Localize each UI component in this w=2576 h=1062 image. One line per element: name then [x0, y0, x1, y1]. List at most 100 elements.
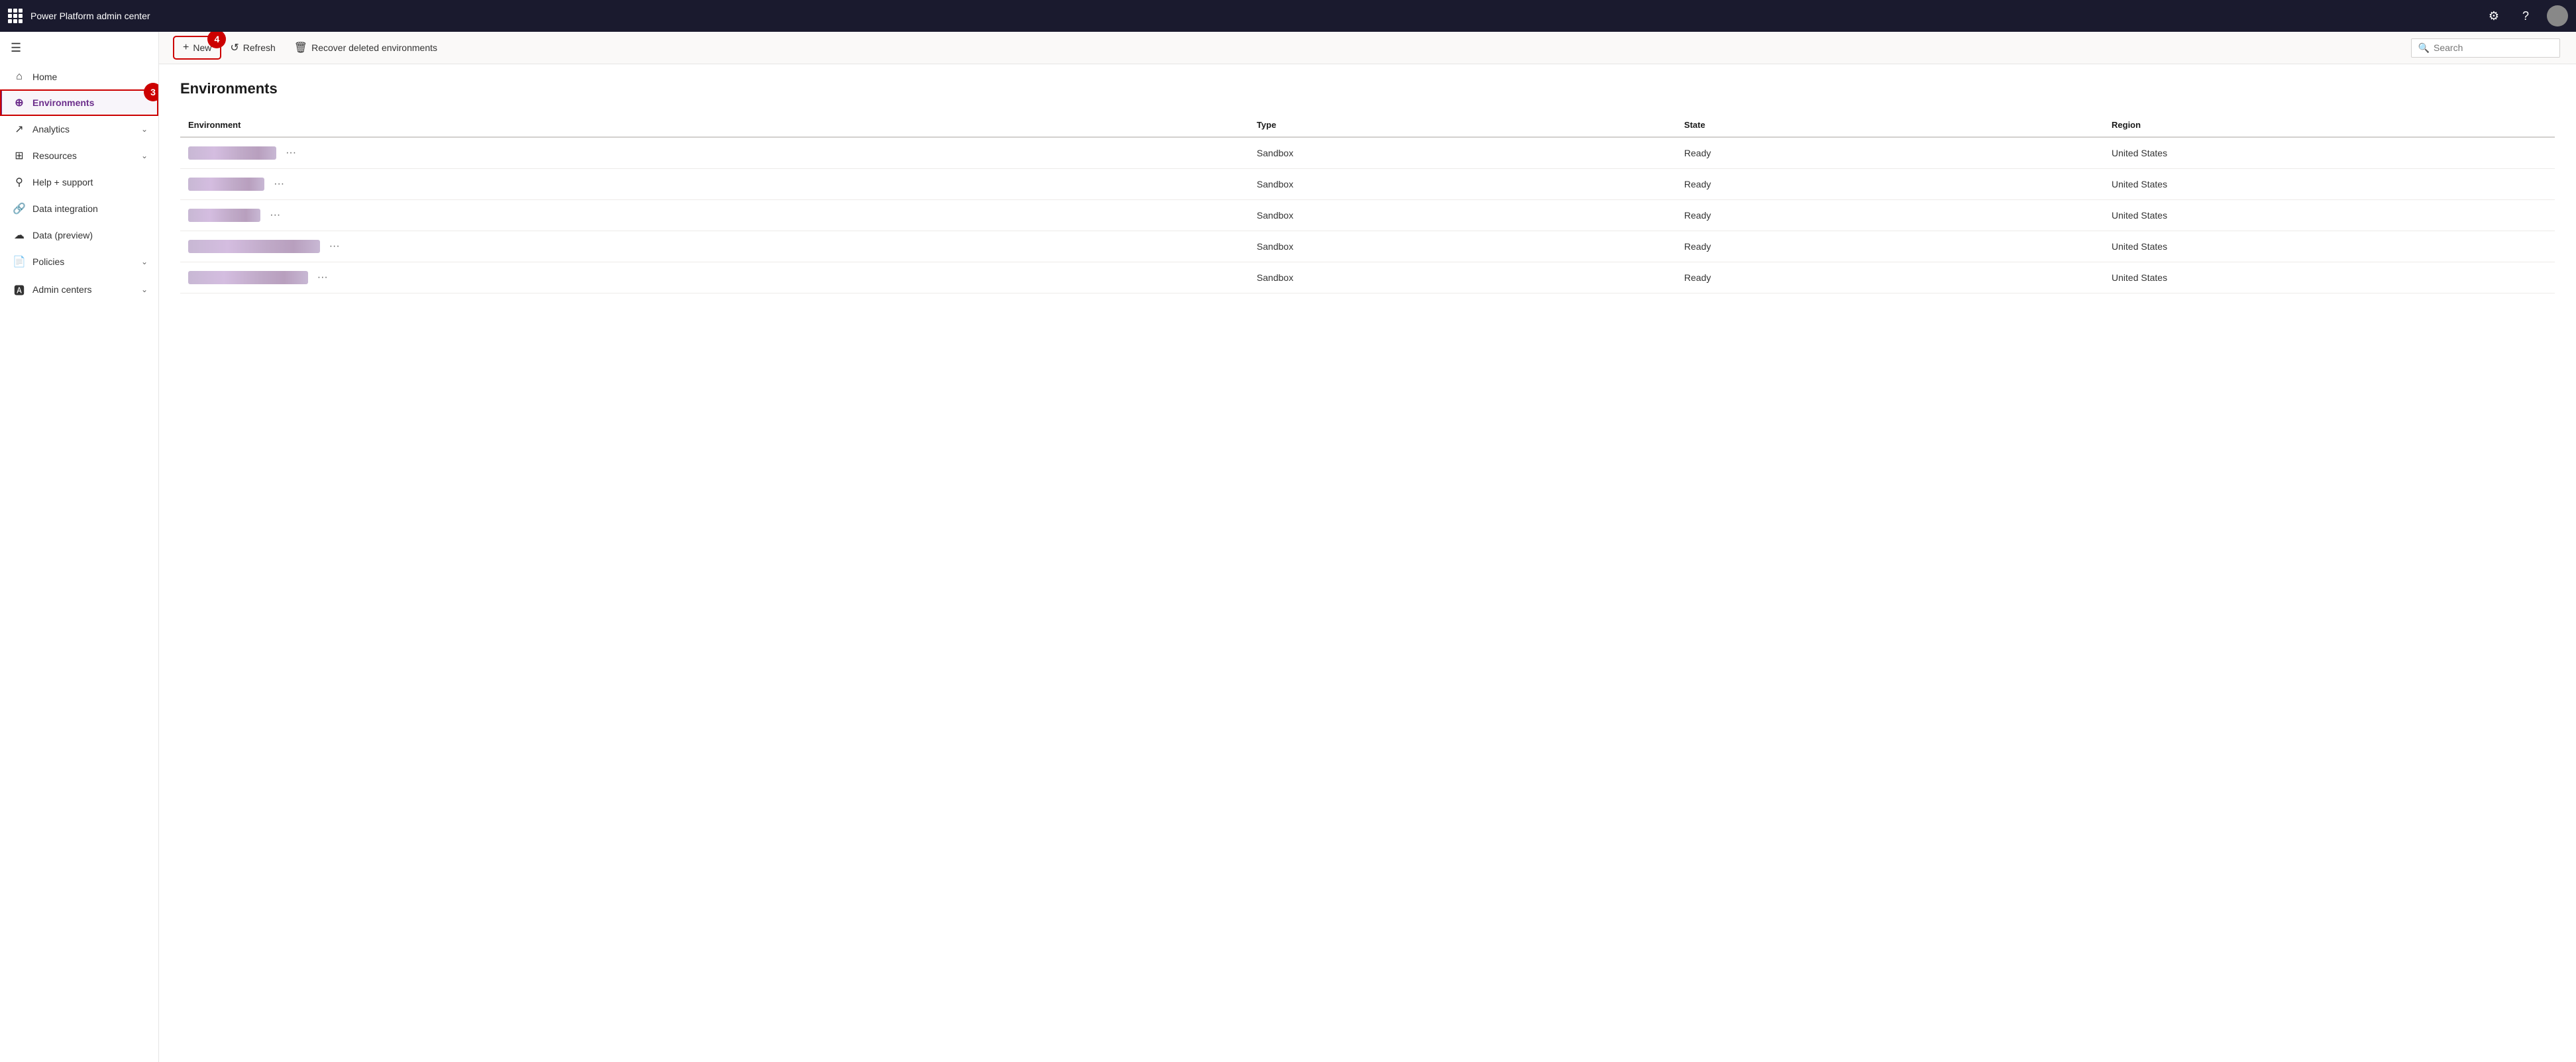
table-row: ████████████████ ··· SandboxReadyUnited St…	[180, 231, 2555, 262]
sidebar-menu-button[interactable]: ☰	[0, 32, 158, 64]
env-state: Ready	[1676, 231, 2104, 262]
page-content: Environments Environment Type State Regi…	[159, 64, 2576, 1062]
sidebar: ☰ ⌂ Home ⊕ Environments 3 ↗ Analytics ⌄ …	[0, 32, 159, 1062]
env-region: United States	[2104, 262, 2555, 293]
waffle-icon[interactable]	[8, 9, 23, 23]
env-region: United States	[2104, 169, 2555, 200]
env-state: Ready	[1676, 137, 2104, 169]
sidebar-item-label: Resources	[32, 150, 77, 161]
row-context-menu[interactable]: ···	[282, 146, 300, 160]
sidebar-item-label: Policies	[32, 256, 64, 267]
col-header-type: Type	[1249, 113, 1676, 137]
env-name-cell: ████ ████ ···	[188, 208, 1241, 223]
resources-icon: ⊞	[13, 149, 26, 162]
search-input[interactable]	[2434, 42, 2553, 53]
recover-button-label: Recover deleted environments	[311, 42, 437, 53]
new-button-label: New	[193, 42, 211, 53]
topbar-left: Power Platform admin center	[8, 9, 150, 23]
refresh-icon: ↺	[230, 41, 239, 54]
chevron-down-icon: ⌄	[141, 285, 148, 294]
chevron-down-icon: ⌄	[141, 151, 148, 160]
policies-icon: 📄	[13, 255, 26, 268]
hamburger-icon: ☰	[11, 41, 21, 55]
env-region: United States	[2104, 231, 2555, 262]
env-type: Sandbox	[1249, 200, 1676, 231]
help-support-icon: ⚲	[13, 176, 26, 189]
sidebar-item-label: Admin centers	[32, 284, 91, 295]
row-context-menu[interactable]: ···	[270, 177, 288, 191]
chevron-down-icon: ⌄	[141, 257, 148, 266]
admin-centers-icon: 🅰	[13, 282, 26, 297]
sidebar-item-environments[interactable]: ⊕ Environments	[0, 89, 158, 116]
sidebar-item-admin-centers[interactable]: 🅰 Admin centers ⌄	[0, 275, 158, 304]
environments-table: Environment Type State Region ██████ ███…	[180, 113, 2555, 293]
environments-icon: ⊕	[13, 96, 26, 109]
env-name-blurred: ████ ██████████	[188, 271, 308, 284]
env-type: Sandbox	[1249, 262, 1676, 293]
recover-button[interactable]: 🗑 Recover deleted environments	[286, 37, 445, 58]
env-name-cell: ████ ██ ██···	[188, 177, 1241, 191]
row-context-menu[interactable]: ···	[325, 239, 344, 254]
env-region: United States	[2104, 200, 2555, 231]
env-name-cell: ████████████████ ···	[188, 239, 1241, 254]
env-name-cell: ██████ ████···	[188, 146, 1241, 160]
toolbar: + New 4 ↺ Refresh 🗑 Recover deleted envi…	[159, 32, 2576, 64]
refresh-button-label: Refresh	[243, 42, 276, 53]
topbar-title: Power Platform admin center	[30, 11, 150, 21]
data-integration-icon: 🔗	[13, 202, 26, 215]
table-row: ████ ████ ··· SandboxReadyUnited States	[180, 200, 2555, 231]
sidebar-item-label: Home	[32, 72, 57, 82]
search-icon: 🔍	[2418, 42, 2430, 54]
sidebar-item-policies[interactable]: 📄 Policies ⌄	[0, 248, 158, 275]
avatar[interactable]	[2547, 5, 2568, 27]
row-context-menu[interactable]: ···	[266, 208, 284, 223]
env-name-cell: ████ ██████████ ···	[188, 270, 1241, 285]
content-area: + New 4 ↺ Refresh 🗑 Recover deleted envi…	[159, 32, 2576, 1062]
plus-icon: +	[183, 42, 189, 54]
topbar-right: ⚙ ?	[2483, 5, 2568, 27]
settings-icon[interactable]: ⚙	[2483, 5, 2504, 27]
topbar-logo: Power Platform admin center	[30, 11, 150, 21]
col-header-environment: Environment	[180, 113, 1249, 137]
sidebar-environments-wrapper: ⊕ Environments 3	[0, 89, 158, 116]
sidebar-item-analytics[interactable]: ↗ Analytics ⌄	[0, 116, 158, 142]
env-name-blurred: ████████████████	[188, 240, 320, 253]
env-state: Ready	[1676, 262, 2104, 293]
sidebar-item-data-preview[interactable]: ☁ Data (preview)	[0, 222, 158, 248]
sidebar-item-resources[interactable]: ⊞ Resources ⌄	[0, 142, 158, 169]
new-button[interactable]: + New	[175, 38, 219, 58]
refresh-button[interactable]: ↺ Refresh	[222, 37, 283, 58]
sidebar-item-home[interactable]: ⌂ Home	[0, 64, 158, 89]
sidebar-item-label: Environments	[32, 97, 94, 108]
page-title: Environments	[180, 80, 2555, 97]
env-name-blurred: ████ ████	[188, 209, 260, 222]
sidebar-item-label: Analytics	[32, 124, 70, 134]
table-row: ████ ██████████ ··· SandboxReadyUnited Sta…	[180, 262, 2555, 293]
sidebar-item-data-integration[interactable]: 🔗 Data integration	[0, 195, 158, 222]
table-header-row: Environment Type State Region	[180, 113, 2555, 137]
data-preview-icon: ☁	[13, 229, 26, 242]
help-icon[interactable]: ?	[2515, 5, 2536, 27]
env-region: United States	[2104, 137, 2555, 169]
env-type: Sandbox	[1249, 137, 1676, 169]
topbar: Power Platform admin center ⚙ ?	[0, 0, 2576, 32]
sidebar-item-help-support[interactable]: ⚲ Help + support	[0, 169, 158, 195]
toolbar-new-wrapper: + New 4	[175, 38, 219, 58]
sidebar-item-label: Data (preview)	[32, 230, 93, 240]
sidebar-item-label: Data integration	[32, 203, 98, 214]
table-row: ██████ ████··· SandboxReadyUnited States	[180, 137, 2555, 169]
col-header-state: State	[1676, 113, 2104, 137]
env-state: Ready	[1676, 200, 2104, 231]
chevron-down-icon: ⌄	[141, 125, 148, 134]
recover-icon: 🗑	[294, 41, 307, 54]
home-icon: ⌂	[13, 71, 26, 83]
table-row: ████ ██ ██···SandboxReadyUnited States	[180, 169, 2555, 200]
env-state: Ready	[1676, 169, 2104, 200]
row-context-menu[interactable]: ···	[313, 270, 332, 285]
search-box[interactable]: 🔍	[2411, 38, 2560, 58]
sidebar-item-label: Help + support	[32, 177, 93, 187]
analytics-icon: ↗	[13, 123, 26, 136]
main-layout: ☰ ⌂ Home ⊕ Environments 3 ↗ Analytics ⌄ …	[0, 32, 2576, 1062]
col-header-region: Region	[2104, 113, 2555, 137]
env-type: Sandbox	[1249, 231, 1676, 262]
